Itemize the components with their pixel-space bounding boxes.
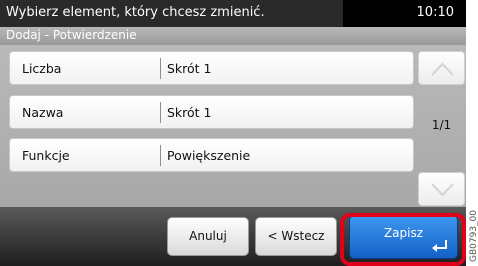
confirmation-list: Liczba Skrót 1 Nazwa Skrót 1 Funkcje Pow…	[0, 45, 466, 207]
image-code: GB0793_00	[469, 209, 478, 262]
title-bar: Dodaj - Potwierdzenie	[0, 27, 466, 45]
row-label: Funkcje	[22, 148, 70, 163]
scrollbar: 1/1	[418, 45, 465, 207]
row-label: Nazwa	[22, 105, 64, 120]
message-area: Wybierz element, który chcesz zmienić.	[0, 0, 343, 27]
row-label: Liczba	[22, 61, 62, 76]
row-divider	[160, 58, 161, 79]
list-item-funkcje[interactable]: Funkcje Powiększenie	[9, 138, 414, 172]
list-item-nazwa[interactable]: Nazwa Skrót 1	[9, 95, 414, 129]
row-divider	[160, 145, 161, 166]
row-value: Powiększenie	[167, 148, 251, 163]
row-value: Skrót 1	[167, 105, 212, 120]
clock: 10:10	[416, 5, 454, 20]
message-text: Wybierz element, który chcesz zmienić.	[6, 5, 265, 20]
row-value: Skrót 1	[167, 61, 212, 76]
cancel-button[interactable]: Anuluj	[167, 217, 249, 256]
back-button[interactable]: < Wstecz	[255, 217, 337, 256]
chevron-down-icon	[431, 183, 454, 197]
save-button-highlight	[340, 213, 466, 266]
row-divider	[160, 102, 161, 123]
list-item-liczba[interactable]: Liczba Skrót 1	[9, 51, 414, 85]
message-bar: Wybierz element, który chcesz zmienić. 1…	[0, 0, 466, 27]
page-title: Dodaj - Potwierdzenie	[6, 28, 137, 42]
scroll-up-button[interactable]	[418, 51, 465, 85]
page-indicator: 1/1	[431, 118, 452, 132]
chevron-up-icon	[431, 62, 454, 76]
scroll-down-button[interactable]	[418, 172, 465, 206]
